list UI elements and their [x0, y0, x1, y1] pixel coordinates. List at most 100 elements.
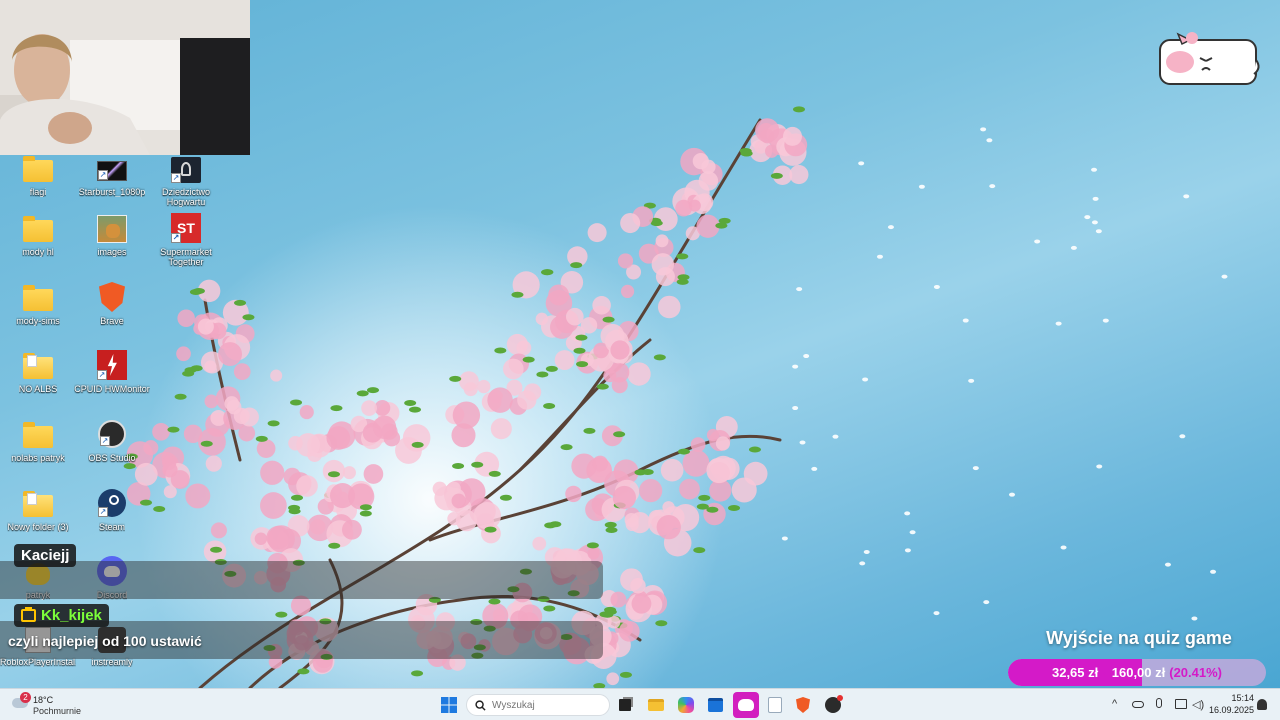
- blossom: [517, 390, 537, 410]
- taskbar-search[interactable]: [466, 694, 610, 716]
- leaf: [604, 521, 617, 528]
- leaf: [174, 393, 187, 400]
- leaf: [573, 347, 586, 354]
- leaf: [677, 448, 690, 455]
- petal: [799, 440, 806, 445]
- blossom: [639, 479, 663, 503]
- leaf: [545, 365, 558, 372]
- leaf: [484, 526, 497, 533]
- clock[interactable]: 15:14 16.09.2025: [1206, 693, 1254, 715]
- brave-taskbar-button[interactable]: [791, 693, 815, 717]
- show-hidden-icons-chevron-up-icon[interactable]: ^: [1112, 698, 1117, 710]
- notifications-bell-icon[interactable]: [1257, 699, 1267, 710]
- blossom: [477, 379, 491, 394]
- petal: [811, 466, 818, 471]
- task-view-icon: [619, 699, 631, 711]
- blossom: [490, 418, 512, 440]
- leaf: [536, 371, 549, 378]
- petal: [792, 406, 799, 411]
- blossom: [326, 426, 351, 450]
- search-input[interactable]: [492, 699, 602, 711]
- desktop-icon[interactable]: ↗ Steam: [74, 485, 150, 551]
- blossom: [715, 436, 731, 451]
- leaf: [575, 334, 588, 341]
- petal: [986, 138, 993, 143]
- desktop-icon-label: flagi: [29, 187, 47, 197]
- blossom: [535, 312, 549, 326]
- start-button[interactable]: [437, 693, 461, 717]
- network-icon[interactable]: [1175, 699, 1187, 709]
- desktop-icon[interactable]: images: [74, 210, 150, 276]
- discord-taskbar-button[interactable]: [733, 692, 759, 718]
- weather-widget[interactable]: 2 18°C Pochmurnie: [10, 692, 90, 718]
- onedrive-cloud-icon[interactable]: [1132, 701, 1144, 708]
- petal: [1183, 194, 1190, 199]
- desktop-icon[interactable]: mody hl: [0, 210, 76, 276]
- leaf: [449, 375, 462, 382]
- desktop-icon[interactable]: Brave: [74, 279, 150, 345]
- desktop[interactable]: flagi ↗ Starburst_1080p ↗ Dziedzictwo Hogwar…: [0, 0, 1280, 688]
- folder-icon: [648, 699, 664, 711]
- file-explorer-button[interactable]: [644, 693, 668, 717]
- desktop-icon[interactable]: ↗ Dziedzictwo Hogwartu: [148, 150, 224, 216]
- leaf: [242, 314, 255, 321]
- petal: [832, 434, 839, 439]
- blossom: [204, 394, 219, 409]
- blossom: [655, 234, 669, 248]
- weather-badge: 2: [20, 692, 31, 703]
- leaf: [411, 670, 424, 677]
- leaf: [153, 506, 166, 513]
- donation-goal-progress-bar: 32,65 zł z 160,00 zł (20.41%): [1008, 659, 1266, 686]
- desktop-icon[interactable]: Nowy folder (3): [0, 485, 76, 551]
- desktop-icon[interactable]: NO ALBS: [0, 347, 76, 413]
- leaf: [596, 383, 609, 390]
- petal: [918, 184, 925, 189]
- leaf: [543, 402, 556, 409]
- blossom: [679, 478, 700, 500]
- desktop-icon[interactable]: ST ↗ Supermarket Together: [148, 210, 224, 276]
- leaf: [327, 471, 340, 478]
- desktop-icon[interactable]: nolabs patryk: [0, 416, 76, 482]
- leaf: [605, 527, 618, 534]
- blossom: [755, 118, 780, 143]
- leaf: [576, 361, 589, 368]
- leaf: [740, 150, 753, 157]
- notes-button[interactable]: [763, 693, 787, 717]
- desktop-icon[interactable]: flagi: [0, 150, 76, 216]
- petal: [862, 377, 869, 382]
- blossom: [183, 424, 203, 444]
- blossom: [690, 437, 706, 453]
- petal: [1092, 196, 1099, 201]
- blossom: [587, 547, 600, 560]
- blossom: [731, 477, 757, 503]
- blossom: [532, 536, 547, 551]
- weather-desc: Pochmurnie: [33, 706, 82, 716]
- leaf: [511, 291, 524, 298]
- desktop-icon[interactable]: ↗ Starburst_1080p: [74, 150, 150, 216]
- steam-icon: ↗: [96, 487, 128, 519]
- task-view-button[interactable]: [613, 693, 637, 717]
- folder-icon: [22, 487, 54, 519]
- blossom: [372, 415, 397, 440]
- petal: [796, 287, 803, 292]
- supermarket-together-icon: ST ↗: [170, 212, 202, 244]
- desktop-icon[interactable]: ↗ CPUID HWMonitor: [74, 347, 150, 413]
- blossom: [656, 514, 681, 540]
- blossom: [610, 591, 627, 608]
- blossom: [620, 284, 635, 299]
- store-icon: [707, 698, 723, 712]
- blossom: [204, 360, 217, 373]
- subscriber-badge-icon: [21, 607, 36, 622]
- speaker-icon[interactable]: ◁): [1192, 698, 1204, 711]
- desktop-icon[interactable]: mody-sims: [0, 279, 76, 345]
- leaf: [728, 504, 741, 511]
- desktop-icon[interactable]: ↗ OBS Studio: [74, 416, 150, 482]
- notification-dot: [837, 695, 843, 701]
- store-button[interactable]: [703, 693, 727, 717]
- blossom: [554, 350, 575, 370]
- microphone-icon[interactable]: [1156, 698, 1162, 708]
- copilot-button[interactable]: [674, 693, 698, 717]
- obs-taskbar-button[interactable]: [821, 693, 845, 717]
- blossom: [782, 126, 802, 146]
- petal: [980, 127, 987, 132]
